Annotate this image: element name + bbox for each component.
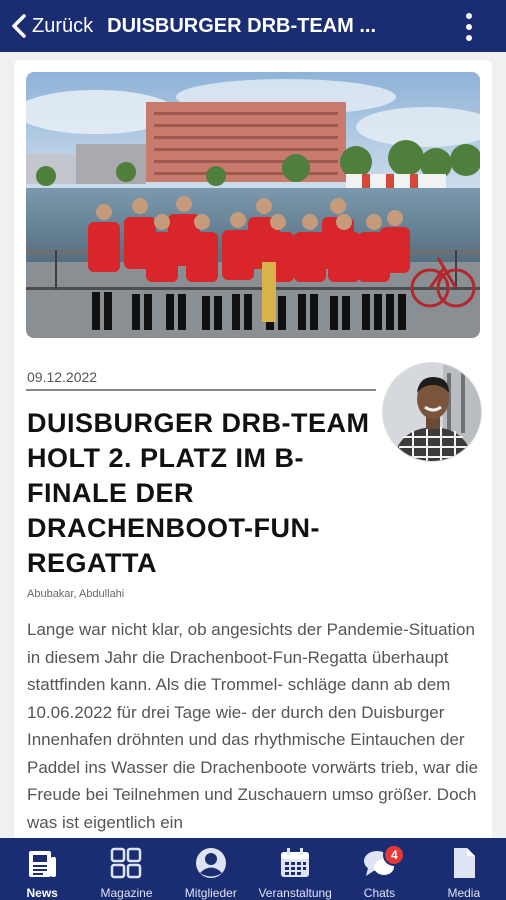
- tab-label: Veranstaltung: [258, 886, 332, 900]
- file-icon: [453, 848, 475, 878]
- back-button[interactable]: Zurück: [0, 0, 93, 52]
- dot: [466, 24, 472, 30]
- tab-chats[interactable]: 4 Chats: [337, 838, 421, 900]
- tab-label: Mitglieder: [184, 886, 237, 900]
- page-title: DUISBURGER DRB-TEAM ...: [107, 14, 377, 37]
- tab-veranstaltung[interactable]: Veranstaltung: [253, 838, 337, 900]
- calendar-icon: [281, 848, 310, 877]
- tab-news[interactable]: News: [0, 838, 84, 900]
- article-author: Abubakar, Abdullahi: [27, 588, 125, 600]
- back-label: Zurück: [32, 14, 94, 37]
- article-hero-image: [26, 72, 480, 338]
- tab-media[interactable]: Media: [422, 838, 506, 900]
- dot: [466, 35, 472, 41]
- dot: [466, 13, 472, 19]
- article-card: 09.12.2022 DUISBURGER DRB-TEAM HOLT 2. P…: [14, 60, 492, 838]
- grid-icon: [111, 847, 142, 879]
- tab-mitglieder[interactable]: Mitglieder: [169, 838, 253, 900]
- author-avatar[interactable]: [382, 362, 482, 462]
- divider: [26, 389, 376, 391]
- top-app-bar: Zurück DUISBURGER DRB-TEAM ...: [0, 0, 506, 52]
- tab-label: News: [26, 886, 58, 900]
- article-date: 09.12.2022: [27, 369, 98, 385]
- article-headline: DUISBURGER DRB-TEAM HOLT 2. PLATZ IM B-F…: [27, 408, 370, 578]
- tab-label: Chats: [363, 886, 396, 900]
- more-options-button[interactable]: [462, 13, 476, 41]
- tab-label: Media: [447, 886, 481, 900]
- article-body: Lange war nicht klar, ob angesichts der …: [27, 620, 479, 832]
- tab-label: Magazine: [100, 886, 153, 900]
- chevron-left-icon: [12, 14, 26, 38]
- article-scroll-area[interactable]: 09.12.2022 DUISBURGER DRB-TEAM HOLT 2. P…: [0, 52, 506, 838]
- tab-magazine[interactable]: Magazine: [84, 838, 168, 900]
- news-icon: [29, 851, 57, 877]
- person-icon: [195, 848, 226, 878]
- bottom-navigation: News Magazine Mitglieder Veranstaltung 4…: [0, 838, 506, 900]
- unread-badge: 4: [383, 844, 406, 866]
